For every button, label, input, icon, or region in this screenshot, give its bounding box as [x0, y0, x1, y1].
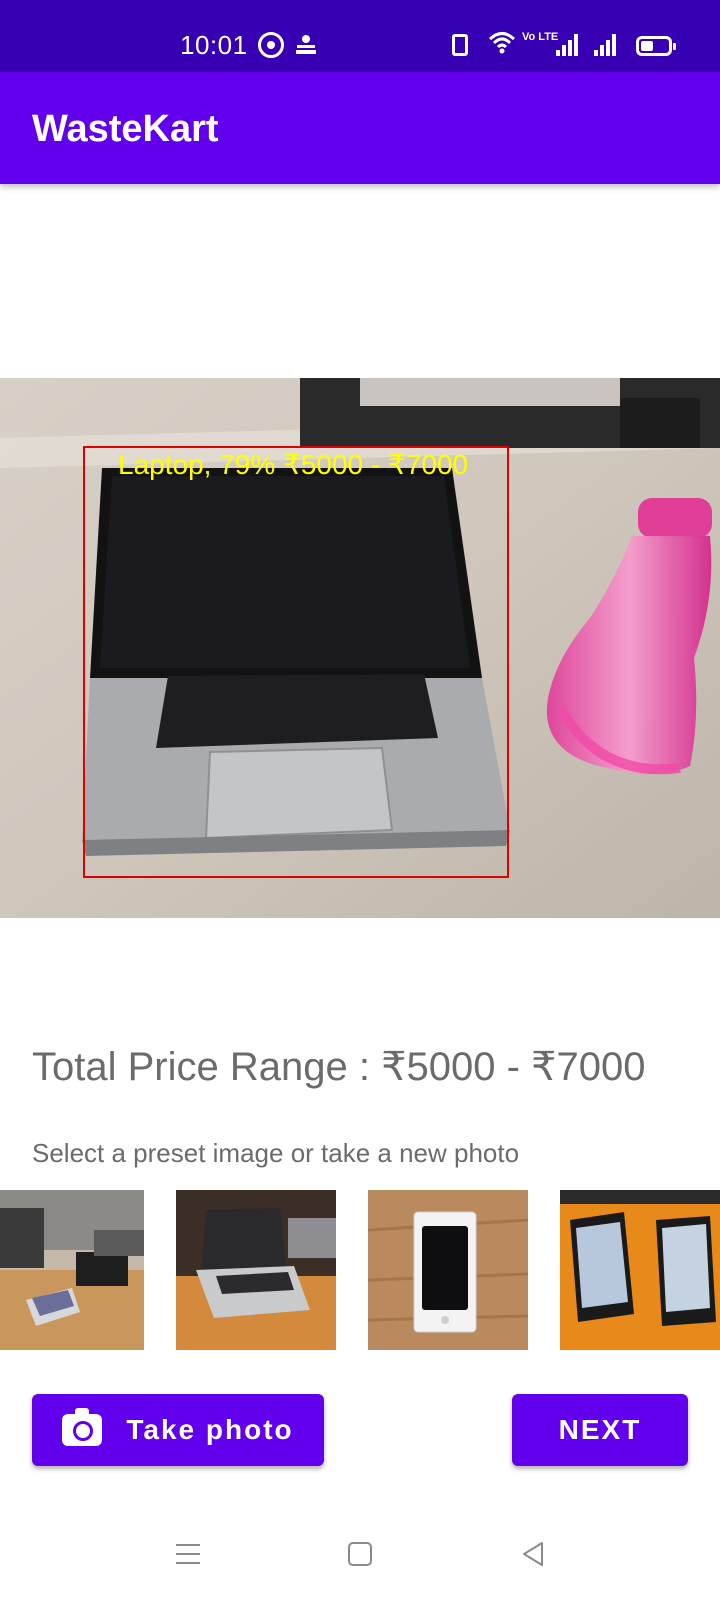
home-icon[interactable]: [348, 1542, 372, 1566]
camera-icon: [62, 1408, 103, 1446]
preset-image-iphone-box[interactable]: [368, 1190, 528, 1350]
take-photo-label: Take photo: [126, 1414, 294, 1445]
app-bar: WasteKart: [0, 72, 720, 184]
signal-icon: [594, 34, 616, 56]
preset-image-laptop-on-table[interactable]: [176, 1190, 336, 1350]
menu-icon[interactable]: [176, 1544, 200, 1564]
next-button[interactable]: NEXT: [512, 1394, 688, 1466]
back-icon[interactable]: [520, 1540, 546, 1573]
app-title: WasteKart: [32, 108, 219, 150]
detection-label: Laptop, 79% ₹5000 - ₹7000: [118, 449, 469, 480]
total-price-range: Total Price Range : ₹5000 - ₹7000: [32, 1045, 646, 1089]
battery-icon: [636, 36, 676, 56]
next-label: NEXT: [558, 1414, 642, 1445]
wifi-icon: [488, 30, 516, 59]
news-icon: [294, 34, 318, 56]
preset-image-phones-on-table[interactable]: [560, 1190, 720, 1350]
volte-icon: Vo LTE: [522, 31, 559, 43]
preset-hint: Select a preset image or take a new phot…: [32, 1138, 520, 1168]
signal-icon: [556, 34, 578, 56]
system-nav-bar: [0, 1508, 720, 1600]
vibrate-icon: [452, 34, 468, 56]
status-time: 10:01: [180, 30, 248, 60]
whatsapp-icon: [258, 32, 284, 58]
preset-image-desk-laptop[interactable]: [0, 1190, 144, 1350]
take-photo-button[interactable]: Take photo: [32, 1394, 324, 1466]
detection-box: [83, 446, 509, 878]
status-bar: 10:01 Vo LTE: [0, 0, 720, 72]
